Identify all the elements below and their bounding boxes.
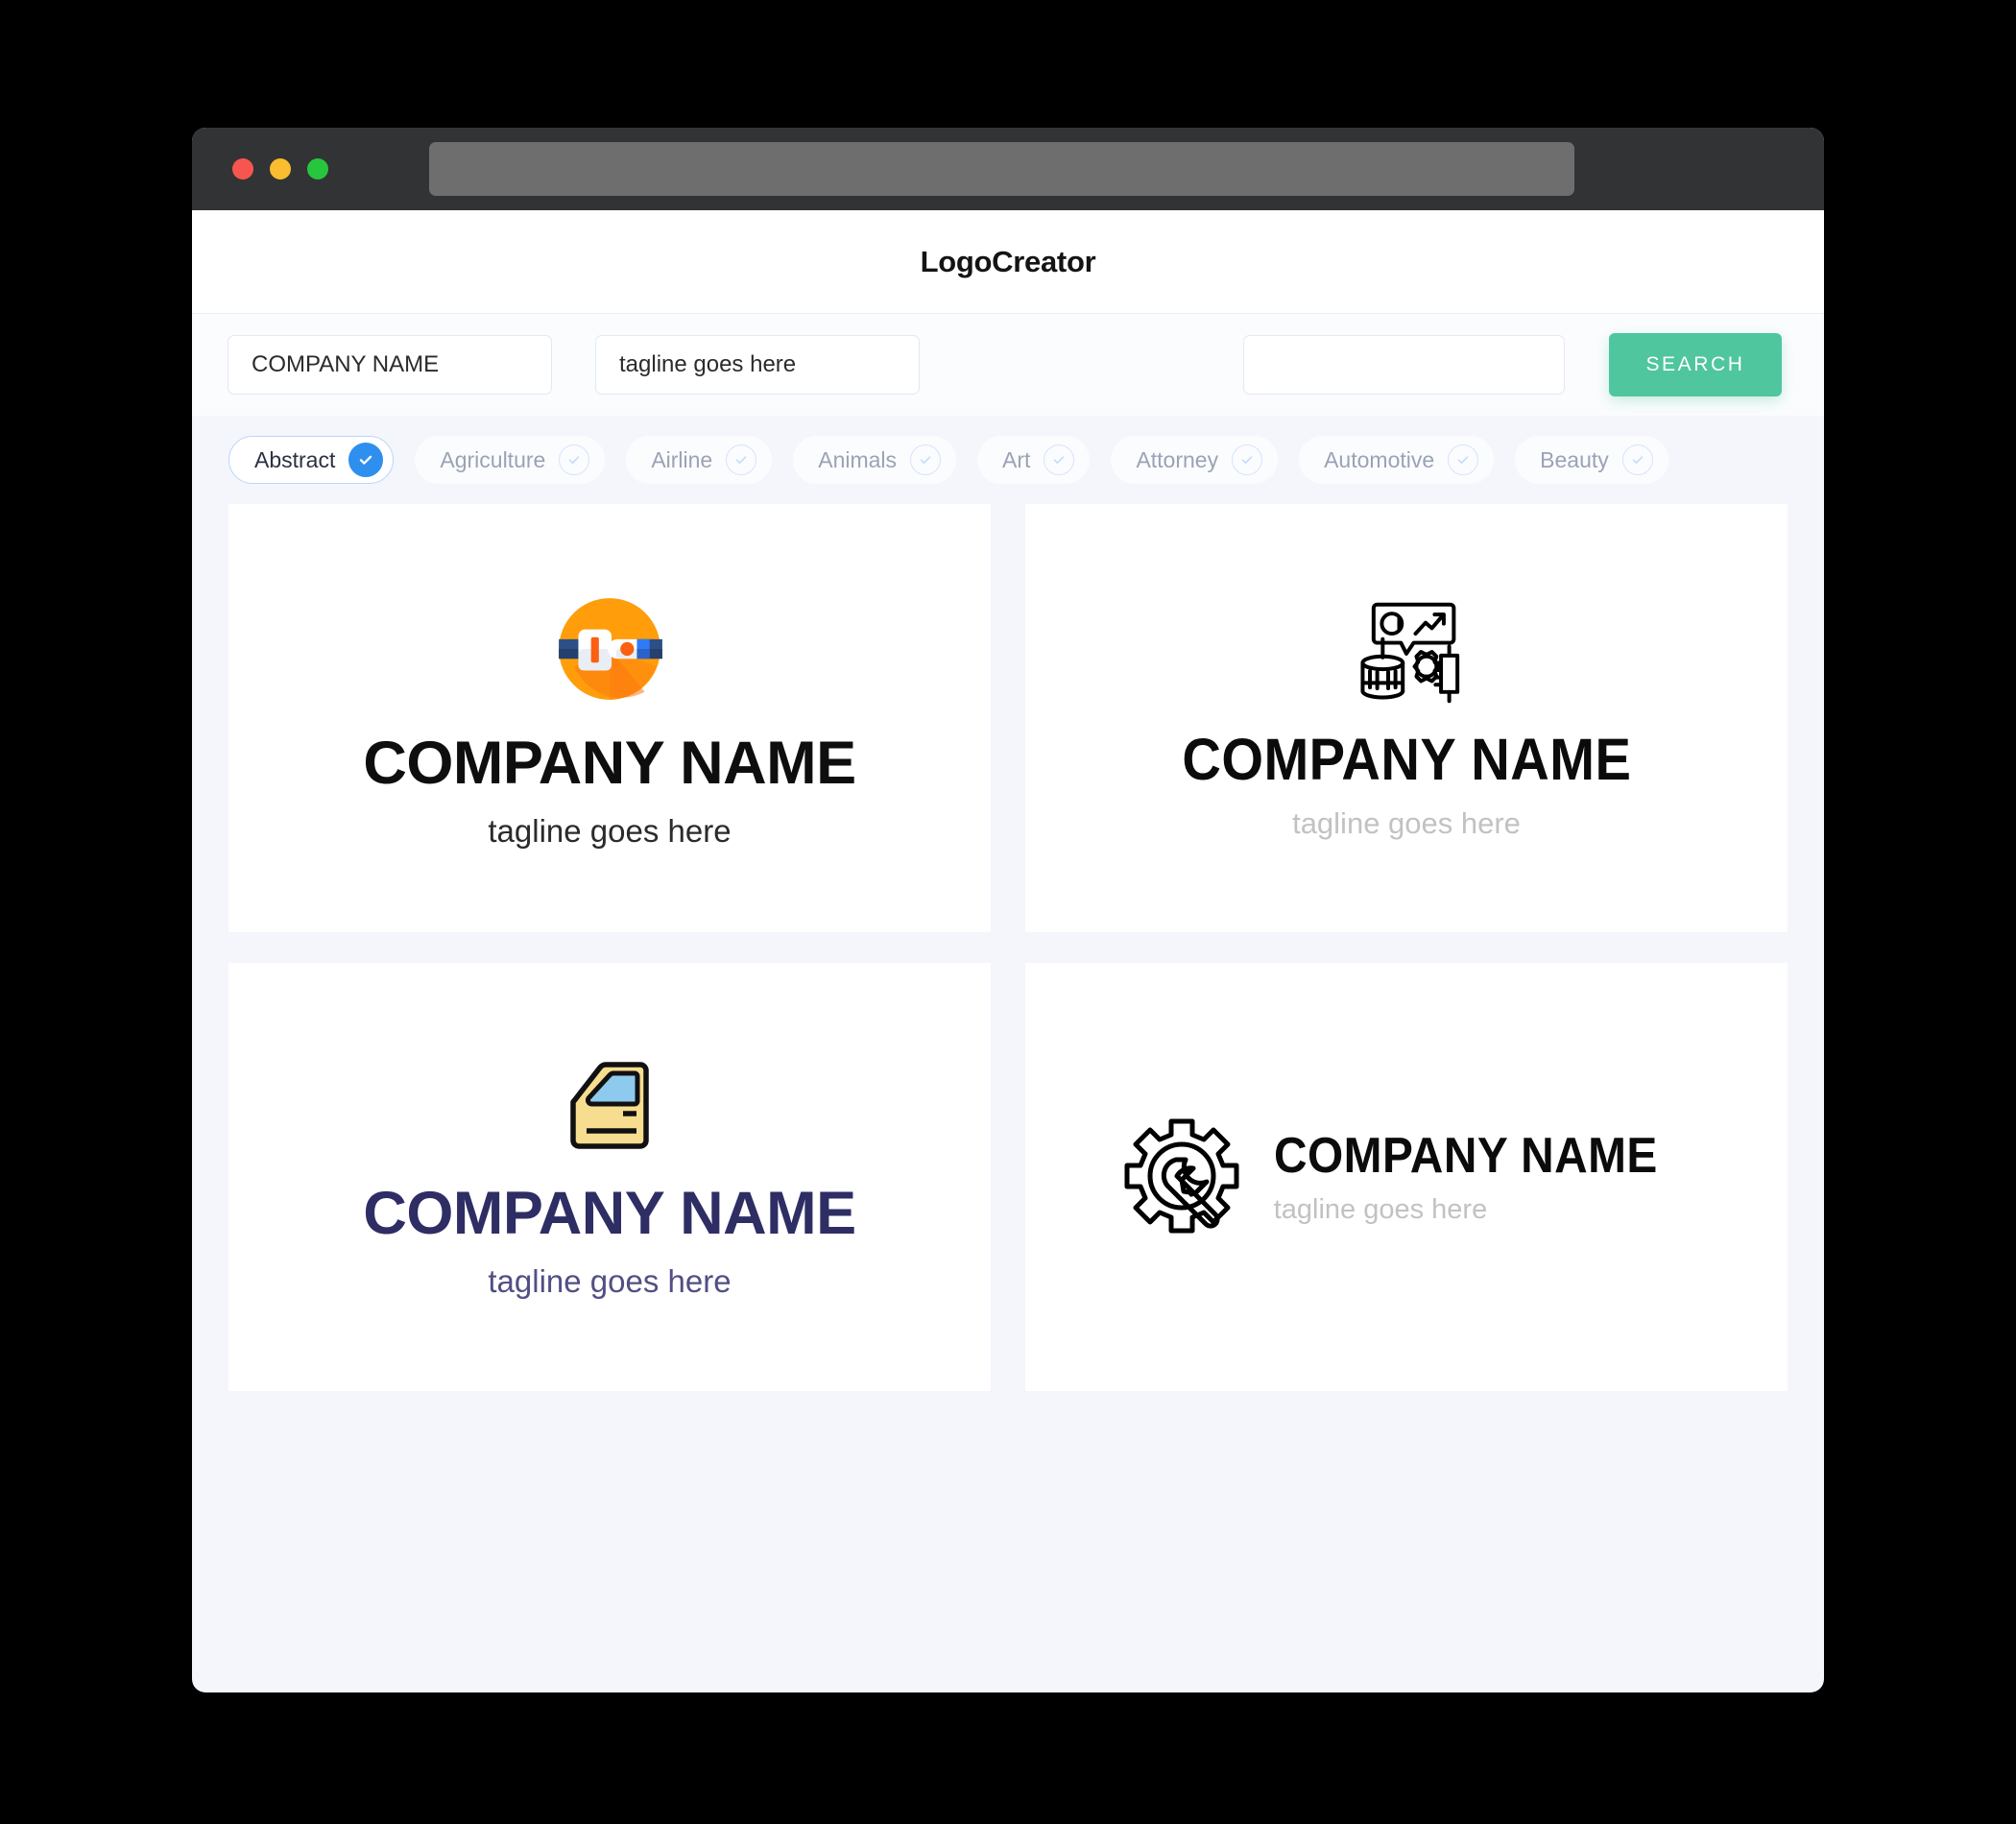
check-icon bbox=[910, 444, 942, 475]
logo-company-name: COMPANY NAME bbox=[1273, 1127, 1658, 1184]
logo-tagline: tagline goes here bbox=[1292, 805, 1521, 840]
logo-card[interactable]: COMPANY NAME tagline goes here bbox=[1025, 504, 1788, 932]
category-chip-label: Attorney bbox=[1136, 446, 1219, 472]
car-door-icon bbox=[565, 1058, 654, 1159]
logo-card[interactable]: COMPANY NAME tagline goes here bbox=[1025, 963, 1788, 1391]
logo-tagline: tagline goes here bbox=[1273, 1193, 1488, 1225]
close-window-button[interactable] bbox=[232, 158, 253, 180]
browser-window: LogoCreator SEARCH Abstract Agriculture … bbox=[192, 128, 1824, 1692]
search-bar: SEARCH bbox=[192, 313, 1824, 416]
category-chip-abstract[interactable]: Abstract bbox=[228, 436, 395, 484]
category-chip-label: Art bbox=[1002, 446, 1031, 472]
seatbelt-buckle-icon bbox=[551, 590, 668, 712]
browser-titlebar bbox=[192, 128, 1824, 210]
company-name-input[interactable] bbox=[228, 335, 552, 395]
logo-company-name: COMPANY NAME bbox=[1181, 726, 1632, 792]
category-chip-art[interactable]: Art bbox=[977, 436, 1091, 484]
gear-wrench-icon bbox=[1122, 1116, 1241, 1239]
category-chip-beauty[interactable]: Beauty bbox=[1515, 436, 1668, 484]
category-chip-label: Abstract bbox=[254, 446, 336, 472]
logo-preview: COMPANY NAME tagline goes here bbox=[1122, 1116, 1692, 1239]
check-icon bbox=[1448, 444, 1479, 475]
tagline-input[interactable] bbox=[595, 335, 920, 395]
category-chip-label: Animals bbox=[818, 446, 898, 472]
logo-card[interactable]: COMPANY NAME tagline goes here bbox=[228, 504, 991, 932]
search-button[interactable]: SEARCH bbox=[1609, 333, 1782, 396]
category-chip-airline[interactable]: Airline bbox=[626, 436, 773, 484]
logo-preview: COMPANY NAME tagline goes here bbox=[363, 590, 856, 849]
category-chip-attorney[interactable]: Attorney bbox=[1111, 436, 1279, 484]
category-chip-animals[interactable]: Animals bbox=[793, 436, 957, 484]
app-header: LogoCreator bbox=[192, 210, 1824, 313]
logo-tagline: tagline goes here bbox=[488, 812, 732, 849]
page-title: LogoCreator bbox=[920, 244, 1096, 278]
logo-preview: COMPANY NAME tagline goes here bbox=[1163, 599, 1651, 838]
category-chip-agriculture[interactable]: Agriculture bbox=[415, 436, 606, 484]
category-chip-label: Beauty bbox=[1540, 446, 1609, 472]
maximize-window-button[interactable] bbox=[307, 158, 328, 180]
engine-gear-chart-icon bbox=[1350, 599, 1463, 711]
logo-text-block: COMPANY NAME tagline goes here bbox=[1274, 1131, 1692, 1224]
logo-company-name: COMPANY NAME bbox=[363, 729, 856, 797]
traffic-lights bbox=[232, 158, 328, 180]
url-bar[interactable] bbox=[429, 142, 1574, 196]
category-filter-row: Abstract Agriculture Airline Animals Art bbox=[192, 416, 1824, 504]
logo-preview: COMPANY NAME tagline goes here bbox=[363, 1058, 856, 1299]
logo-card[interactable]: COMPANY NAME tagline goes here bbox=[228, 963, 991, 1391]
category-chip-label: Automotive bbox=[1324, 446, 1435, 472]
category-chip-label: Airline bbox=[651, 446, 713, 472]
logo-results-grid: COMPANY NAME tagline goes here COMPANY N… bbox=[192, 504, 1824, 1424]
logo-company-name: COMPANY NAME bbox=[363, 1179, 856, 1247]
check-icon bbox=[1621, 444, 1653, 475]
logo-tagline: tagline goes here bbox=[488, 1262, 732, 1299]
check-icon bbox=[1044, 444, 1075, 475]
category-chip-automotive[interactable]: Automotive bbox=[1299, 436, 1495, 484]
check-icon bbox=[1232, 444, 1263, 475]
check-icon bbox=[348, 443, 384, 477]
check-icon bbox=[559, 444, 590, 475]
keyword-input[interactable] bbox=[1243, 335, 1565, 395]
check-icon bbox=[726, 444, 757, 475]
minimize-window-button[interactable] bbox=[270, 158, 291, 180]
category-chip-label: Agriculture bbox=[440, 446, 546, 472]
